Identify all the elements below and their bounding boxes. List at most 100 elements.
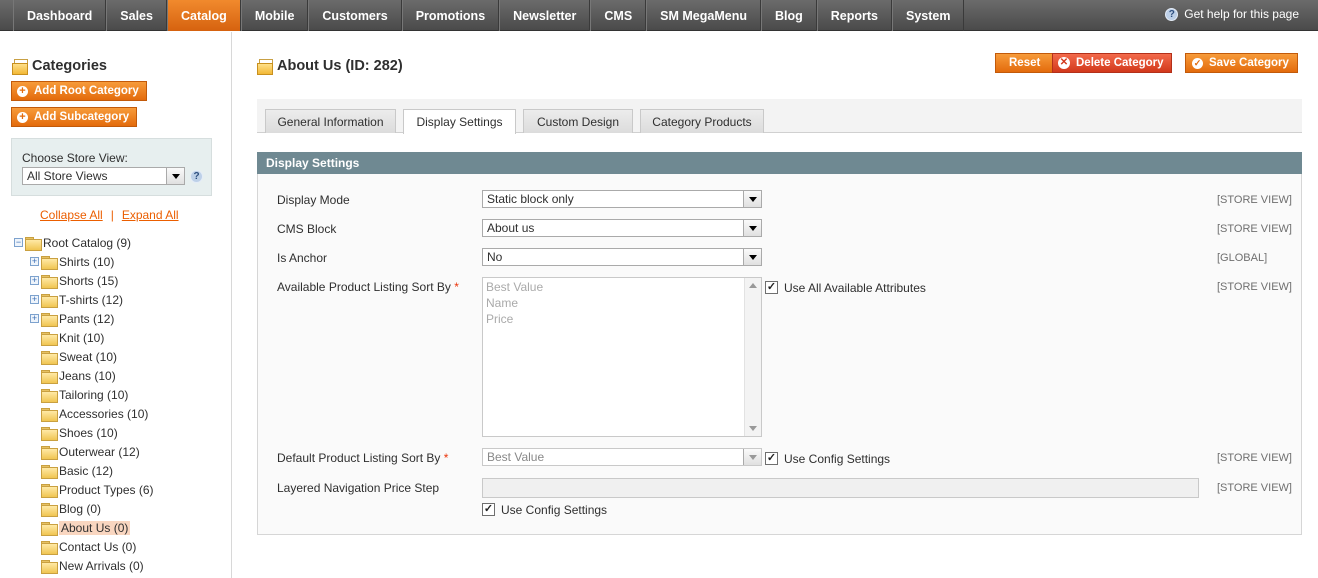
tree-node[interactable]: Sweat (10) <box>30 348 117 365</box>
tree-node-label[interactable]: Sweat (10) <box>59 350 117 364</box>
nav-item-newsletter[interactable]: Newsletter <box>499 0 591 31</box>
tree-node-label[interactable]: Tailoring (10) <box>59 388 128 402</box>
tree-node[interactable]: + Pants (12) <box>30 310 114 327</box>
help-link[interactable]: ? Get help for this page <box>1165 7 1299 21</box>
price-step-use-config-label: Use Config Settings <box>501 503 608 517</box>
nav-item-dashboard[interactable]: Dashboard <box>13 0 107 31</box>
display-mode-select[interactable]: Static block only <box>482 190 762 208</box>
tree-node[interactable]: − Root Catalog (9) <box>14 234 131 251</box>
tree-node[interactable]: Outerwear (12) <box>30 443 140 460</box>
help-text: Get help for this page <box>1184 7 1299 21</box>
tab-category-products[interactable]: Category Products <box>640 109 764 133</box>
expand-icon[interactable]: + <box>30 314 39 323</box>
tree-node-label[interactable]: Knit (10) <box>59 331 104 345</box>
tree-node-label[interactable]: Blog (0) <box>59 502 101 516</box>
nav-item-promotions[interactable]: Promotions <box>401 0 500 31</box>
nav-item-customers[interactable]: Customers <box>308 0 402 31</box>
tree-node-label[interactable]: About Us (0) <box>59 520 131 535</box>
folder-icon <box>41 274 58 289</box>
default-sort-use-config-checkbox[interactable]: ✓ <box>765 452 778 465</box>
categories-title: Categories <box>12 58 107 75</box>
tab-general-information[interactable]: General Information <box>265 109 396 133</box>
section-title: Display Settings <box>266 156 360 170</box>
sort-option[interactable]: Price <box>486 312 513 326</box>
collapse-all-link[interactable]: Collapse All <box>40 208 103 222</box>
tree-node-label[interactable]: Basic (12) <box>59 464 113 478</box>
is-anchor-select[interactable]: No <box>482 248 762 266</box>
tab-display-settings[interactable]: Display Settings <box>403 109 516 134</box>
available-sort-multiselect[interactable]: Best Value Name Price <box>482 277 762 437</box>
tree-node[interactable]: New Arrivals (0) <box>30 557 144 574</box>
tree-node[interactable]: Accessories (10) <box>30 405 148 422</box>
nav-item-system[interactable]: System <box>892 0 965 31</box>
default-sort-select[interactable]: Best Value <box>482 448 762 466</box>
cms-block-label: CMS Block <box>277 222 337 236</box>
expand-icon[interactable]: + <box>30 276 39 285</box>
expand-icon[interactable]: + <box>30 295 39 304</box>
use-all-attributes-checkbox[interactable]: ✓ <box>765 281 778 294</box>
sort-option[interactable]: Name <box>486 296 518 310</box>
tree-node[interactable]: Knit (10) <box>30 329 104 346</box>
tree-node-label[interactable]: T-shirts (12) <box>59 293 123 307</box>
folder-icon <box>41 483 58 498</box>
tree-node[interactable]: Shoes (10) <box>30 424 118 441</box>
price-step-use-config-checkbox[interactable]: ✓ <box>482 503 495 516</box>
nav-item-catalog[interactable]: Catalog <box>166 0 241 31</box>
tree-node[interactable]: Contact Us (0) <box>30 538 136 555</box>
tree-node[interactable]: Tailoring (10) <box>30 386 128 403</box>
tree-node-label[interactable]: Pants (12) <box>59 312 114 326</box>
nav-item-mobile[interactable]: Mobile <box>240 0 309 31</box>
tree-node-label[interactable]: Root Catalog (9) <box>43 236 131 250</box>
tree-node-label[interactable]: Shoes (10) <box>59 426 118 440</box>
default-sort-value: Best Value <box>487 450 545 464</box>
tree-node[interactable]: Basic (12) <box>30 462 113 479</box>
tree-node-label[interactable]: Accessories (10) <box>59 407 148 421</box>
main-menu: Dashboard Sales Catalog Mobile Customers Prom… <box>0 0 965 31</box>
tree-node-label[interactable]: Contact Us (0) <box>59 540 136 554</box>
add-subcategory-button[interactable]: + Add Subcategory <box>11 107 138 127</box>
nav-item-reports[interactable]: Reports <box>816 0 892 31</box>
folder-icon <box>41 540 58 555</box>
nav-item-sm-megamenu[interactable]: SM MegaMenu <box>646 0 761 31</box>
folder-icon <box>41 255 58 270</box>
tab-custom-design[interactable]: Custom Design <box>523 109 633 133</box>
tab-label: Display Settings <box>416 115 503 129</box>
folder-icon <box>25 236 42 251</box>
store-view-label: Choose Store View: <box>22 151 128 165</box>
help-icon: ? <box>1165 7 1179 21</box>
tree-node-label[interactable]: Jeans (10) <box>59 369 116 383</box>
tree-node-label[interactable]: New Arrivals (0) <box>59 559 144 573</box>
price-step-input[interactable] <box>482 478 1199 498</box>
add-root-category-button[interactable]: + Add Root Category <box>11 81 147 101</box>
folder-icon <box>41 369 58 384</box>
sort-option[interactable]: Best Value <box>486 280 543 294</box>
cms-block-select[interactable]: About us <box>482 219 762 237</box>
tree-node-label[interactable]: Product Types (6) <box>59 483 154 497</box>
tree-node[interactable]: Blog (0) <box>30 500 101 517</box>
tree-node-label[interactable]: Shorts (15) <box>59 274 118 288</box>
help-icon[interactable]: ? <box>190 170 203 183</box>
save-category-button[interactable]: ✓ Save Category <box>1185 53 1298 73</box>
expand-icon[interactable]: + <box>30 257 39 266</box>
nav-item-cms[interactable]: CMS <box>590 0 647 31</box>
tree-node[interactable]: + T-shirts (12) <box>30 291 123 308</box>
tree-node-label[interactable]: Outerwear (12) <box>59 445 140 459</box>
tree-node-label[interactable]: Shirts (10) <box>59 255 114 269</box>
tree-node[interactable]: + Shorts (15) <box>30 272 118 289</box>
expand-all-link[interactable]: Expand All <box>122 208 179 222</box>
tree-node[interactable]: About Us (0) <box>30 519 131 536</box>
collapse-icon[interactable]: − <box>14 238 23 247</box>
reset-button[interactable]: Reset <box>995 53 1055 73</box>
categories-title-text: Categories <box>32 58 107 74</box>
available-sort-label-text: Available Product Listing Sort By <box>277 280 451 294</box>
add-root-category-label: Add Root Category <box>34 85 139 97</box>
tree-node[interactable]: Product Types (6) <box>30 481 154 498</box>
store-view-select[interactable]: All Store Views <box>22 167 185 185</box>
nav-item-blog[interactable]: Blog <box>760 0 817 31</box>
tree-node[interactable]: Jeans (10) <box>30 367 116 384</box>
delete-category-button[interactable]: ✕ Delete Category <box>1052 53 1172 73</box>
tree-node[interactable]: + Shirts (10) <box>30 253 114 270</box>
nav-item-sales[interactable]: Sales <box>106 0 167 31</box>
scrollbar[interactable] <box>744 278 761 436</box>
tab-label: Custom Design <box>536 114 620 129</box>
